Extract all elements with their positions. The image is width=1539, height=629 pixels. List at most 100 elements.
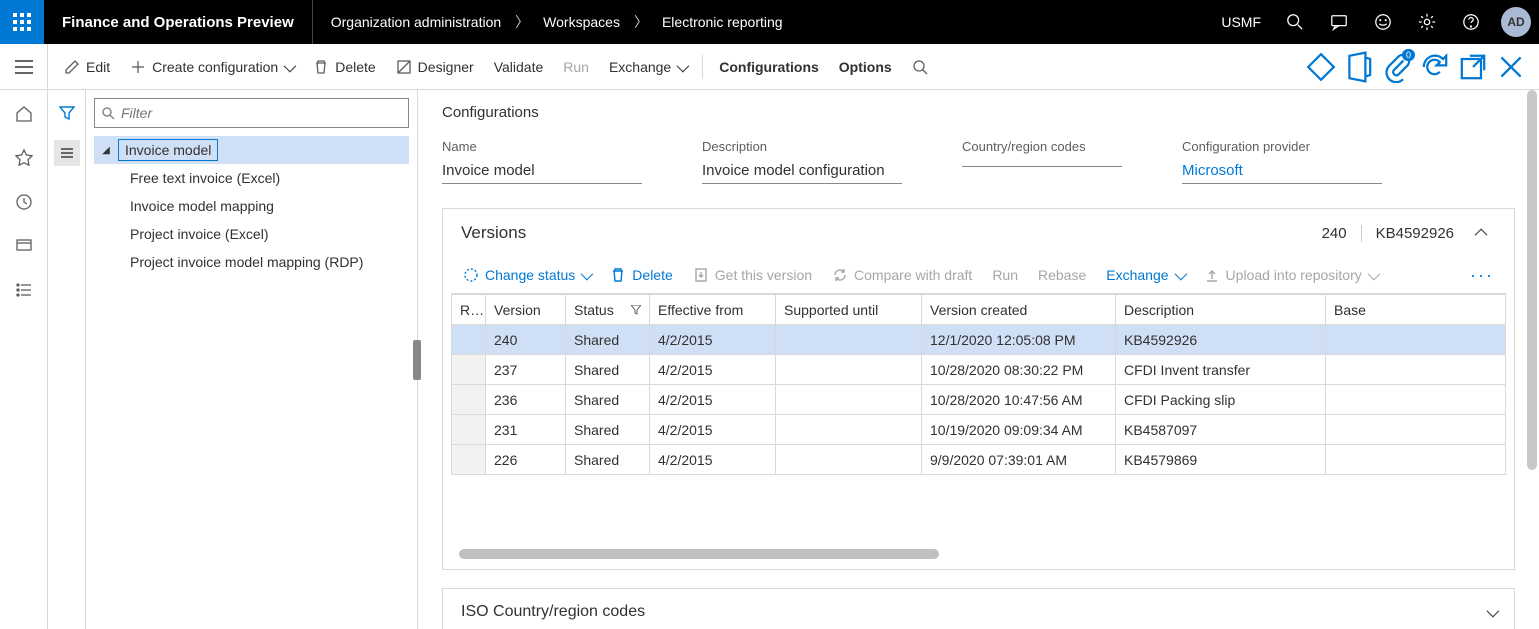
col-base[interactable]: Base (1326, 295, 1506, 325)
cell-base[interactable] (1326, 385, 1506, 415)
feedback-button[interactable] (1361, 0, 1405, 44)
cell-version[interactable]: 231 (486, 415, 566, 445)
field-value-link[interactable]: Microsoft (1182, 160, 1382, 184)
popout-button[interactable] (1457, 51, 1489, 83)
cell-status[interactable]: Shared (566, 325, 650, 355)
nav-modules[interactable] (8, 274, 40, 306)
collapse-button[interactable] (1468, 219, 1496, 247)
cell-status[interactable]: Shared (566, 415, 650, 445)
cell-supported[interactable] (776, 415, 922, 445)
tree-item[interactable]: Project invoice (Excel) (94, 220, 409, 248)
cell-effective[interactable]: 4/2/2015 (650, 415, 776, 445)
vertical-scrollbar[interactable] (1527, 90, 1537, 470)
designer-button[interactable]: Designer (386, 44, 484, 90)
help-button[interactable] (1449, 0, 1493, 44)
cell-status[interactable]: Shared (566, 385, 650, 415)
validate-button[interactable]: Validate (484, 44, 554, 90)
tree-item[interactable]: Invoice model mapping (94, 192, 409, 220)
cell-created[interactable]: 10/28/2020 08:30:22 PM (922, 355, 1116, 385)
cell-created[interactable]: 12/1/2020 12:05:08 PM (922, 325, 1116, 355)
funnel-icon[interactable] (631, 302, 641, 318)
table-row[interactable]: 237Shared4/2/2015 10/28/2020 08:30:22 PMC… (452, 355, 1506, 385)
filter-rail-lines[interactable] (54, 140, 80, 166)
options-tab[interactable]: Options (829, 44, 902, 90)
cell-status[interactable]: Shared (566, 445, 650, 475)
cell-effective[interactable]: 4/2/2015 (650, 355, 776, 385)
table-row[interactable]: 240Shared4/2/2015 12/1/2020 12:05:08 PMKB… (452, 325, 1506, 355)
cell-version[interactable]: 237 (486, 355, 566, 385)
horizontal-scrollbar[interactable] (459, 549, 1498, 561)
cell-supported[interactable] (776, 385, 922, 415)
app-launcher-button[interactable] (0, 0, 44, 44)
refresh-button[interactable] (1419, 51, 1451, 83)
tree-root[interactable]: ◢ Invoice model (94, 136, 409, 164)
search-button[interactable] (1273, 0, 1317, 44)
cell-supported[interactable] (776, 355, 922, 385)
cell-r[interactable] (452, 325, 486, 355)
cell-desc[interactable]: CFDI Invent transfer (1116, 355, 1326, 385)
cell-desc[interactable]: KB4592926 (1116, 325, 1326, 355)
col-version[interactable]: Version (486, 295, 566, 325)
nav-recent[interactable] (8, 186, 40, 218)
cell-desc[interactable]: KB4579869 (1116, 445, 1326, 475)
field-value[interactable] (962, 160, 1122, 167)
delete-button[interactable]: Delete (303, 44, 385, 90)
cell-effective[interactable]: 4/2/2015 (650, 325, 776, 355)
settings-button[interactable] (1405, 0, 1449, 44)
cell-base[interactable] (1326, 355, 1506, 385)
cell-desc[interactable]: CFDI Packing slip (1116, 385, 1326, 415)
feature-button[interactable] (1305, 51, 1337, 83)
col-effective[interactable]: Effective from (650, 295, 776, 325)
filter-rail-funnel[interactable] (54, 100, 80, 126)
cell-supported[interactable] (776, 445, 922, 475)
field-value[interactable]: Invoice model configuration (702, 160, 902, 184)
cell-base[interactable] (1326, 415, 1506, 445)
cell-version[interactable]: 236 (486, 385, 566, 415)
close-button[interactable] (1495, 51, 1527, 83)
version-exchange-button[interactable]: Exchange (1098, 263, 1191, 287)
configurations-tab[interactable]: Configurations (709, 44, 829, 90)
cell-r[interactable] (452, 415, 486, 445)
nav-toggle-button[interactable] (0, 44, 48, 90)
col-created[interactable]: Version created (922, 295, 1116, 325)
tree-filter[interactable] (94, 98, 409, 128)
tree-collapse-icon[interactable]: ◢ (94, 145, 118, 156)
tree-filter-input[interactable] (121, 105, 402, 121)
table-row[interactable]: 226Shared4/2/20159/9/2020 07:39:01 AMKB4… (452, 445, 1506, 475)
col-status[interactable]: Status (566, 295, 650, 325)
version-delete-button[interactable]: Delete (602, 263, 680, 287)
cell-created[interactable]: 10/19/2020 09:09:34 AM (922, 415, 1116, 445)
cell-base[interactable] (1326, 325, 1506, 355)
iso-card[interactable]: ISO Country/region codes (442, 588, 1515, 629)
col-r[interactable]: R... (452, 295, 486, 325)
edit-button[interactable]: Edit (54, 44, 120, 90)
col-supported[interactable]: Supported until (776, 295, 922, 325)
breadcrumb-item[interactable]: Organization administration (331, 14, 501, 30)
nav-favorites[interactable] (8, 142, 40, 174)
breadcrumb-item[interactable]: Workspaces (543, 14, 620, 30)
messages-button[interactable] (1317, 0, 1361, 44)
change-status-button[interactable]: Change status (455, 263, 598, 287)
cell-version[interactable]: 240 (486, 325, 566, 355)
exchange-button[interactable]: Exchange (599, 44, 696, 90)
more-button[interactable]: ··· (1462, 265, 1502, 286)
avatar[interactable]: AD (1501, 7, 1531, 37)
breadcrumb-item[interactable]: Electronic reporting (662, 14, 783, 30)
create-configuration-button[interactable]: Create configuration (120, 44, 303, 90)
cell-r[interactable] (452, 385, 486, 415)
action-search-button[interactable] (902, 44, 938, 90)
table-row[interactable]: 231Shared4/2/2015 10/19/2020 09:09:34 AMK… (452, 415, 1506, 445)
col-desc[interactable]: Description (1116, 295, 1326, 325)
field-value[interactable]: Invoice model (442, 160, 642, 184)
cell-effective[interactable]: 4/2/2015 (650, 445, 776, 475)
tree-item[interactable]: Project invoice model mapping (RDP) (94, 248, 409, 276)
nav-home[interactable] (8, 98, 40, 130)
attachments-button[interactable]: 0 (1381, 51, 1413, 83)
table-row[interactable]: 236Shared4/2/201510/28/2020 10:47:56 AMC… (452, 385, 1506, 415)
cell-created[interactable]: 9/9/2020 07:39:01 AM (922, 445, 1116, 475)
cell-created[interactable]: 10/28/2020 10:47:56 AM (922, 385, 1116, 415)
nav-workspaces[interactable] (8, 230, 40, 262)
cell-status[interactable]: Shared (566, 355, 650, 385)
cell-base[interactable] (1326, 445, 1506, 475)
cell-desc[interactable]: KB4587097 (1116, 415, 1326, 445)
